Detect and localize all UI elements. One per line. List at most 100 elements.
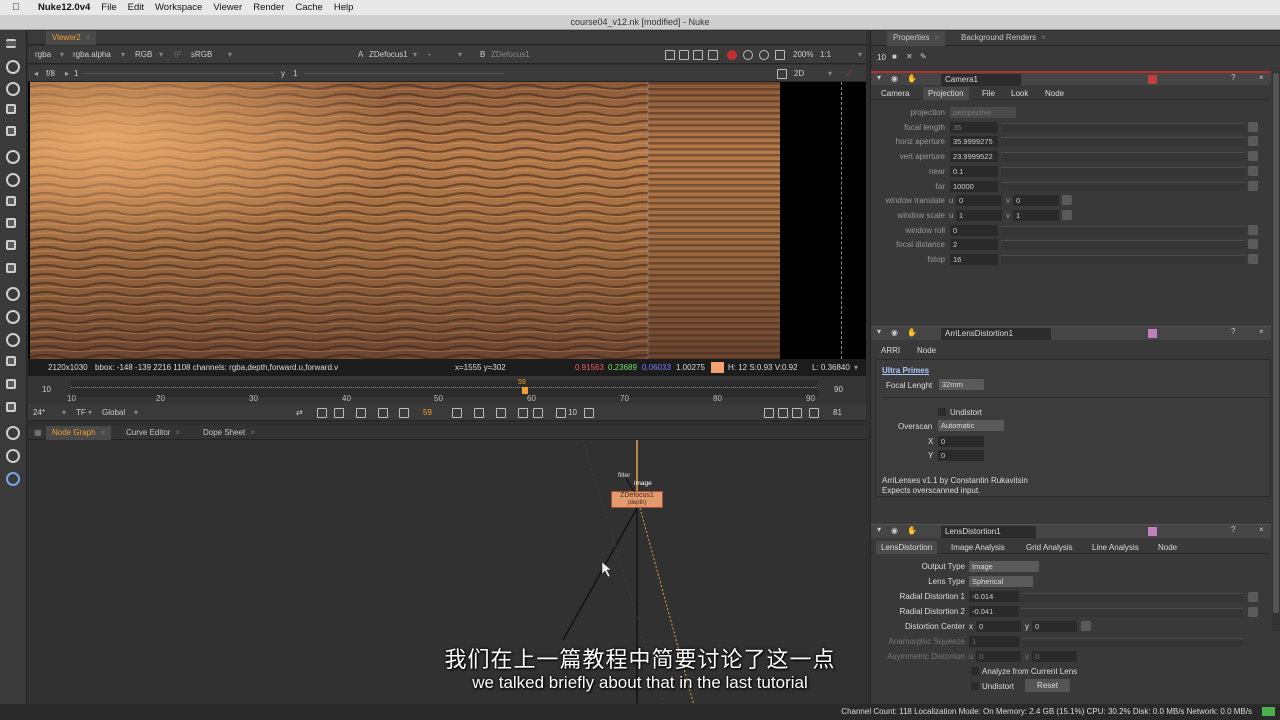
color-chip-icon[interactable] <box>1148 329 1157 338</box>
tab-arri[interactable]: ARRI <box>881 344 900 357</box>
animation-icon[interactable] <box>1248 239 1258 249</box>
close-icon[interactable]: × <box>1041 33 1046 42</box>
rd2-slider[interactable] <box>1021 608 1243 617</box>
u-field[interactable]: 1 <box>956 210 1002 221</box>
first-frame-icon[interactable] <box>334 408 344 418</box>
end-frame-field[interactable]: 81 <box>833 407 842 419</box>
step-back-icon[interactable] <box>556 408 566 418</box>
eye-icon[interactable]: ◉ <box>891 74 898 83</box>
other-icon[interactable] <box>6 379 16 389</box>
tab-image-analysis[interactable]: Image Analysis <box>951 541 1005 554</box>
knob-field[interactable]: 35 <box>950 122 998 133</box>
u-field[interactable]: 0 <box>956 195 1002 206</box>
tab-look[interactable]: Look <box>1011 87 1028 100</box>
max-panels-field[interactable]: 10 <box>877 53 886 62</box>
toggle-icon[interactable] <box>1062 195 1072 205</box>
knob-slider[interactable] <box>1001 167 1245 176</box>
roi-icon[interactable] <box>665 50 675 60</box>
particles-icon[interactable] <box>6 287 20 301</box>
tab-dope-sheet[interactable]: Dope Sheet × <box>197 426 261 440</box>
collapse-icon[interactable]: ▾ <box>877 525 881 534</box>
fps-dropdown[interactable]: 24* <box>33 407 45 419</box>
paint-icon[interactable] <box>6 60 20 74</box>
v-field[interactable]: 0 <box>1013 195 1059 206</box>
close-icon[interactable]: × <box>1259 73 1264 82</box>
frame-field[interactable]: 59 <box>423 407 432 419</box>
ratio-dropdown[interactable]: 1:1 <box>820 49 831 61</box>
camera-name[interactable]: Camera1 <box>941 74 1021 86</box>
timeline-start[interactable]: 10 <box>42 385 51 394</box>
transform-icon[interactable] <box>6 218 16 228</box>
close-icon[interactable]: × <box>175 428 180 437</box>
menu-help[interactable]: Help <box>334 2 354 13</box>
arri-name[interactable]: ArriLensDistortion1 <box>941 328 1051 340</box>
tab-curve-editor[interactable]: Curve Editor × <box>120 426 186 440</box>
prev-keyframe-icon[interactable] <box>356 408 366 418</box>
menu-edit[interactable]: Edit <box>128 2 144 13</box>
proxy-icon[interactable] <box>775 50 785 60</box>
mask-icon[interactable] <box>693 50 703 60</box>
app-menu[interactable]: Nuke12.0v4 <box>38 2 90 13</box>
keyer-icon[interactable] <box>6 173 20 187</box>
animation-icon[interactable] <box>1248 136 1258 146</box>
timeline[interactable]: 10 10 20 30 40 50 60 70 80 90 59 90 <box>28 376 866 404</box>
chevron-down-icon[interactable]: ▾ <box>854 359 858 376</box>
overscan-dropdown[interactable]: Automatic <box>938 420 1004 431</box>
tab-properties[interactable]: Properties × <box>887 31 946 46</box>
color-dropdown[interactable]: RGB <box>135 49 152 61</box>
in-point-icon[interactable] <box>317 408 327 418</box>
hand-icon[interactable]: ✋ <box>907 328 917 337</box>
close-icon[interactable]: × <box>1259 525 1264 534</box>
zdefocus-node[interactable]: ZDefocus1 (depth) <box>611 491 663 508</box>
tab-viewer2[interactable]: Viewer2 × <box>46 31 97 45</box>
hand-icon[interactable]: ✋ <box>907 526 917 535</box>
refresh-icon[interactable] <box>743 50 753 60</box>
rd1-slider[interactable] <box>1021 593 1243 602</box>
properties-scrollbar[interactable] <box>1272 71 1280 631</box>
prev-frame-icon[interactable] <box>378 408 388 418</box>
nuke-icon[interactable] <box>6 426 20 440</box>
alpha-dropdown[interactable]: rgba.alpha <box>73 49 111 61</box>
play-forward-icon[interactable] <box>452 408 462 418</box>
time-icon[interactable] <box>6 82 20 96</box>
undistort-checkbox[interactable] <box>938 408 946 416</box>
tab-node-graph[interactable]: Node Graph × <box>46 426 112 440</box>
export-icon[interactable] <box>809 408 819 418</box>
eye-icon[interactable]: ◉ <box>891 328 898 337</box>
knob-slider[interactable] <box>1001 255 1245 264</box>
animation-icon[interactable] <box>1248 225 1258 235</box>
next-frame-icon[interactable] <box>474 408 484 418</box>
animation-icon[interactable] <box>1248 151 1258 161</box>
animation-icon[interactable] <box>1248 254 1258 264</box>
timeline-end[interactable]: 90 <box>834 385 843 394</box>
curve-icon[interactable] <box>1248 592 1258 602</box>
knob-field[interactable]: 0 <box>950 225 998 236</box>
tab-node[interactable]: Node <box>1158 541 1177 554</box>
step-field[interactable]: 10 <box>568 407 577 419</box>
gamma-slider[interactable] <box>304 73 504 74</box>
apple-icon[interactable]:  <box>12 2 26 13</box>
knob-field[interactable]: 23.9999522 <box>950 151 998 162</box>
3d-icon[interactable] <box>6 240 16 250</box>
gizmo-icon[interactable] <box>6 449 20 463</box>
views-icon[interactable] <box>6 263 16 273</box>
hand-icon[interactable]: ✋ <box>907 74 917 83</box>
close-icon[interactable]: × <box>250 428 255 437</box>
collapse-icon[interactable]: ▾ <box>877 73 881 82</box>
projection-dropdown[interactable]: perspective <box>950 107 1016 118</box>
lut-dropdown[interactable]: sRGB <box>191 49 212 61</box>
tab-node[interactable]: Node <box>1045 87 1064 100</box>
tab-camera[interactable]: Camera <box>881 87 909 100</box>
pointer-icon[interactable]: ⟋ <box>846 68 852 80</box>
focal-length-dropdown[interactable]: 32mm <box>939 379 984 390</box>
close-icon[interactable]: × <box>86 33 91 42</box>
ip-button[interactable]: IP <box>174 49 182 61</box>
lens-type-dropdown[interactable]: Spherical <box>969 576 1033 587</box>
playhead[interactable] <box>522 387 528 394</box>
out-point-icon[interactable] <box>533 408 543 418</box>
metadata-icon[interactable] <box>6 333 20 347</box>
lens-name[interactable]: LensDistortion1 <box>941 526 1036 538</box>
tab-background-renders[interactable]: Background Renders × <box>955 31 1052 46</box>
help-icon[interactable]: ? <box>1231 73 1235 82</box>
gain-slider[interactable] <box>84 73 274 74</box>
